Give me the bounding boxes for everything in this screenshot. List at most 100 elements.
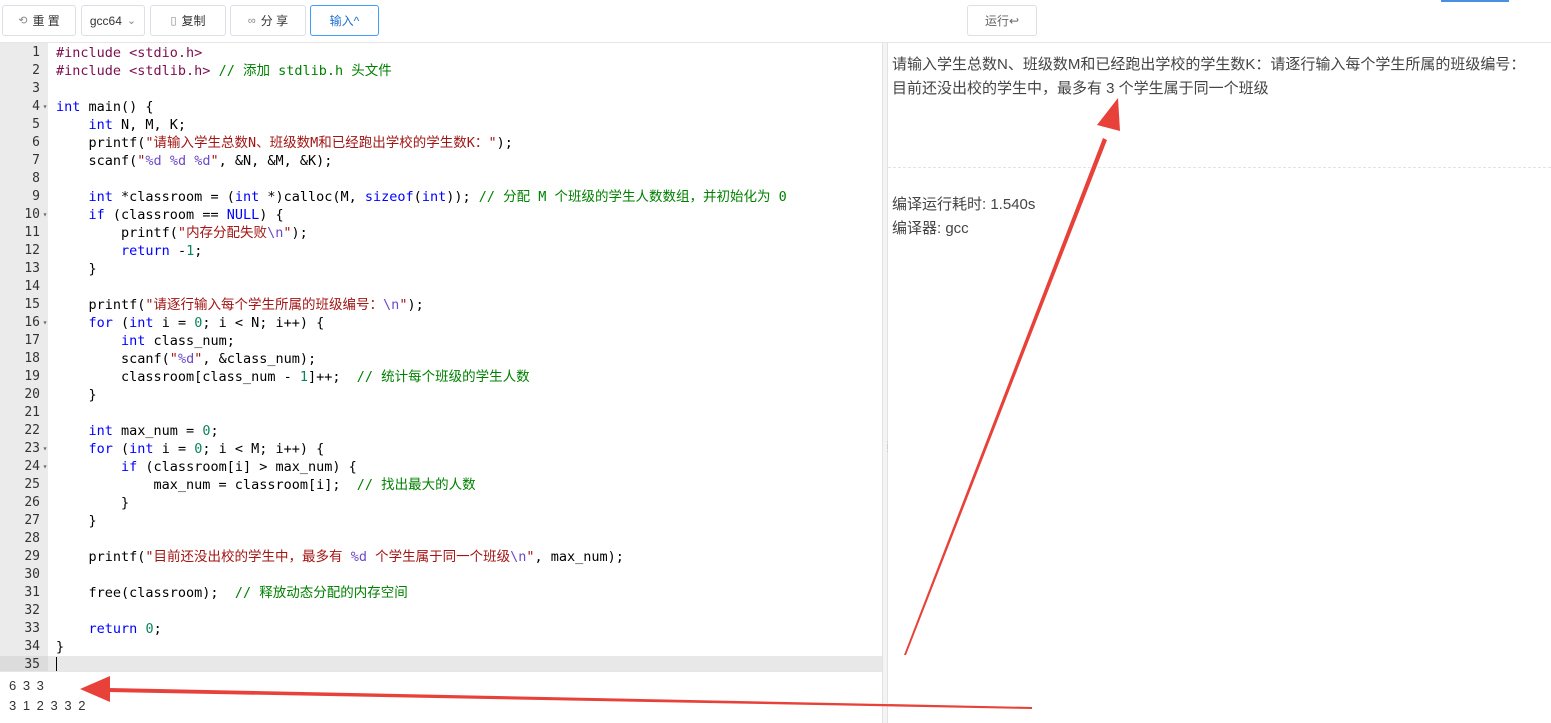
line-number: 33: [24, 621, 40, 636]
fold-arrow-icon[interactable]: ▾: [40, 458, 50, 476]
line-number: 25: [24, 477, 40, 492]
line-number: 22: [24, 423, 40, 438]
run-info: 编译运行耗时: 1.540s 编译器: gcc: [892, 193, 1035, 241]
code-line[interactable]: 27 }: [0, 512, 882, 530]
code-editor[interactable]: 1 #include <stdio.h> 2 #include <stdlib.h> …: [0, 43, 882, 671]
code-line[interactable]: 31 free(classroom); // 释放动态分配的内存空间: [0, 584, 882, 602]
fold-arrow-icon[interactable]: ▾: [40, 314, 50, 332]
chevron-down-icon: ⌄: [126, 15, 137, 27]
fold-arrow-icon[interactable]: ▾: [40, 98, 50, 116]
code-text: max_num = classroom[i]; // 找出最大的人数: [56, 477, 476, 493]
line-number: 2: [32, 63, 40, 78]
line-number: 24: [24, 459, 40, 474]
code-line[interactable]: 5 int N, M, K;: [0, 116, 882, 134]
line-number: 1: [32, 45, 40, 60]
input-toggle-button[interactable]: 输入^: [310, 5, 379, 36]
code-line[interactable]: 3: [0, 80, 882, 98]
code-line[interactable]: 11 printf("内存分配失败\n");: [0, 224, 882, 242]
code-line[interactable]: 1 #include <stdio.h>: [0, 44, 882, 62]
copy-icon: ▯: [170, 15, 177, 27]
code-line[interactable]: 24 ▾ if (classroom[i] > max_num) {: [0, 458, 882, 476]
code-line[interactable]: 6 printf("请输入学生总数N、班级数M和已经跑出学校的学生数K：");: [0, 134, 882, 152]
code-line[interactable]: 13 }: [0, 260, 882, 278]
line-number: 21: [24, 405, 40, 420]
line-number: 35: [24, 657, 40, 671]
code-text: }: [56, 387, 97, 403]
code-line[interactable]: 14: [0, 278, 882, 296]
line-number: 29: [24, 549, 40, 564]
code-line[interactable]: 2 #include <stdlib.h> // 添加 stdlib.h 头文件: [0, 62, 882, 80]
fold-arrow-icon[interactable]: ▾: [40, 440, 50, 458]
code-text: scanf("%d %d %d", &N, &M, &K);: [56, 153, 333, 169]
code-line[interactable]: 15 printf("请逐行输入每个学生所属的班级编号：\n");: [0, 296, 882, 314]
code-line[interactable]: 9 int *classroom = (int *)calloc(M, size…: [0, 188, 882, 206]
run-label: 运行↩: [984, 14, 1020, 28]
line-number: 11: [24, 225, 40, 240]
line-number: 32: [24, 603, 40, 618]
line-number: 8: [32, 171, 40, 186]
code-line[interactable]: 21: [0, 404, 882, 422]
line-number: 9: [32, 189, 40, 204]
code-text: classroom[class_num - 1]++; // 统计每个班级的学生…: [56, 369, 530, 385]
line-number: 16: [24, 315, 40, 330]
code-line[interactable]: 25 max_num = classroom[i]; // 找出最大的人数: [0, 476, 882, 494]
share-label: 分 享: [260, 14, 289, 28]
line-number: 30: [24, 567, 40, 582]
code-line[interactable]: 30: [0, 566, 882, 584]
code-text: int *classroom = (int *)calloc(M, sizeof…: [88, 189, 787, 205]
line-number: 5: [32, 117, 40, 132]
share-icon: ∞: [247, 14, 256, 27]
run-button[interactable]: 运行↩: [967, 5, 1037, 36]
line-number: 26: [24, 495, 40, 510]
share-button[interactable]: ∞ 分 享: [230, 5, 306, 36]
input-label: 输入^: [329, 14, 360, 28]
line-number: 28: [24, 531, 40, 546]
line-number: 34: [24, 639, 40, 654]
line-number: 17: [24, 333, 40, 348]
compiler-label: gcc64: [89, 13, 122, 28]
code-line[interactable]: 16 ▾ for (int i = 0; i < N; i++) {: [0, 314, 882, 332]
code-text: int N, M, K;: [88, 117, 187, 133]
code-line[interactable]: 8: [0, 170, 882, 188]
code-line[interactable]: 35: [0, 656, 882, 671]
code-text: int class_num;: [121, 333, 235, 349]
code-line[interactable]: 23 ▾ for (int i = 0; i < M; i++) {: [0, 440, 882, 458]
code-line[interactable]: 10 ▾ if (classroom == NULL) {: [0, 206, 882, 224]
output-line-1: 请输入学生总数N、班级数M和已经跑出学校的学生数K：请逐行输入每个学生所属的班级…: [892, 56, 1526, 73]
compiler-select[interactable]: gcc64 ⌄: [81, 5, 145, 36]
code-line[interactable]: 18 scanf("%d", &class_num);: [0, 350, 882, 368]
copy-button[interactable]: ▯ 复制: [150, 5, 226, 36]
code-line[interactable]: 29 printf("目前还没出校的学生中，最多有 %d 个学生属于同一个班级\…: [0, 548, 882, 566]
code-line[interactable]: 33 return 0;: [0, 620, 882, 638]
code-text: for (int i = 0; i < N; i++) {: [88, 315, 325, 331]
reset-button[interactable]: ⟲ 重 置: [2, 5, 76, 36]
copy-label: 复制: [181, 14, 206, 28]
line-number: 18: [24, 351, 40, 366]
code-text: return 0;: [88, 621, 162, 637]
code-line[interactable]: 34}: [0, 638, 882, 656]
line-number: 27: [24, 513, 40, 528]
fold-arrow-icon[interactable]: ▾: [40, 206, 50, 224]
code-line[interactable]: 17 int class_num;: [0, 332, 882, 350]
code-line[interactable]: 7 scanf("%d %d %d", &N, &M, &K);: [0, 152, 882, 170]
code-line[interactable]: 22 int max_num = 0;: [0, 422, 882, 440]
code-text: }: [56, 495, 130, 511]
code-text: scanf("%d", &class_num);: [56, 351, 317, 367]
code-line[interactable]: 20 }: [0, 386, 882, 404]
code-text: printf("请输入学生总数N、班级数M和已经跑出学校的学生数K：");: [56, 135, 513, 151]
code-line[interactable]: 12 return -1;: [0, 242, 882, 260]
code-text: if (classroom[i] > max_num) {: [121, 459, 357, 475]
code-lines: 1 #include <stdio.h> 2 #include <stdlib.h> …: [0, 43, 882, 671]
line-number: 6: [32, 135, 40, 150]
code-line[interactable]: 4 ▾ int main() {: [0, 98, 882, 116]
code-line[interactable]: 32: [0, 602, 882, 620]
code-line[interactable]: 26 }: [0, 494, 882, 512]
line-number: 13: [24, 261, 40, 276]
code-line[interactable]: 28: [0, 530, 882, 548]
code-text: #include <stdio.h>: [56, 45, 203, 61]
code-line[interactable]: 19 classroom[class_num - 1]++; // 统计每个班级…: [0, 368, 882, 386]
stdin-input[interactable]: 6 3 3 3 1 2 3 3 2: [0, 671, 882, 723]
code-text: #include <stdlib.h> // 添加 stdlib.h 头文件: [56, 63, 392, 79]
code-text: if (classroom == NULL) {: [88, 207, 284, 223]
code-text: }: [56, 513, 97, 529]
